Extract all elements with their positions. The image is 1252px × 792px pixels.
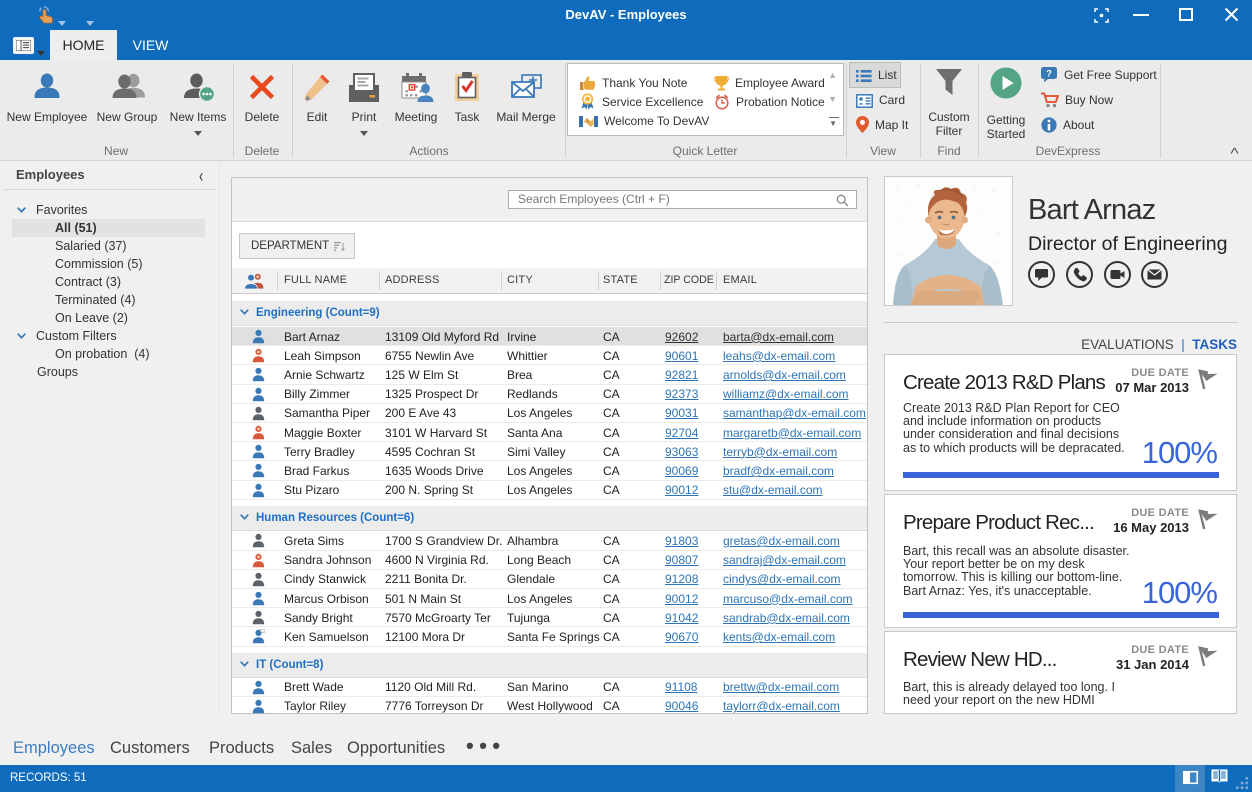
svg-text:?: ?	[1046, 69, 1052, 80]
